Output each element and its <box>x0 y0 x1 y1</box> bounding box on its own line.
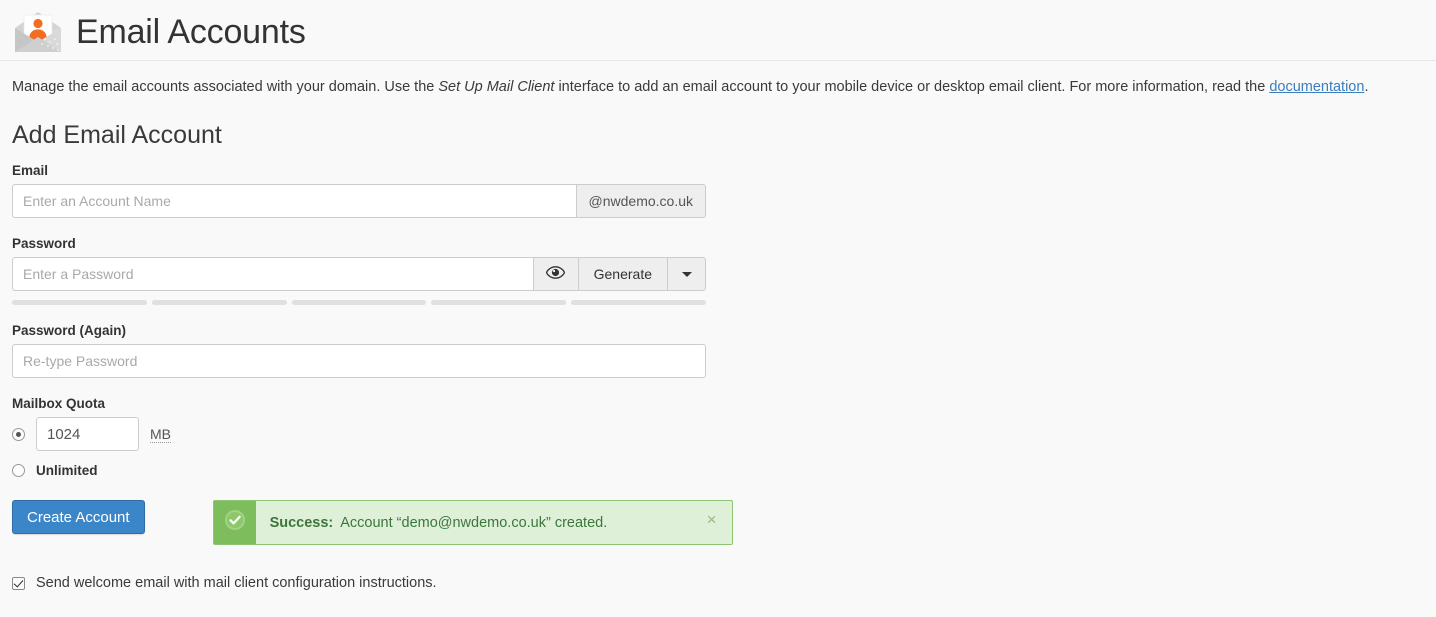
strength-segment <box>291 300 427 305</box>
add-email-account-section: Add Email Account Email @nwdemo.co.uk Pa… <box>0 121 1436 591</box>
alert-close-button[interactable]: × <box>701 511 723 528</box>
password-strength-meter <box>12 300 706 305</box>
description-text-2: interface to add an email account to you… <box>554 79 1270 95</box>
alert-body: Success: Account “demo@nwdemo.co.uk” cre… <box>256 501 732 544</box>
action-row: Create Account Success: Account “demo@nw… <box>12 500 1424 545</box>
quota-value-input[interactable] <box>36 417 139 451</box>
email-domain-addon: @nwdemo.co.uk <box>575 184 706 218</box>
email-input-group: @nwdemo.co.uk <box>12 184 706 218</box>
page-description: Manage the email accounts associated wit… <box>0 61 1436 97</box>
mailbox-quota-label: Mailbox Quota <box>12 396 106 411</box>
description-text-3: . <box>1364 79 1369 95</box>
email-label: Email <box>12 163 49 178</box>
quota-fixed-radio[interactable] <box>12 427 25 441</box>
toggle-password-visibility-button[interactable] <box>532 257 578 291</box>
page-title: Email Accounts <box>76 13 306 51</box>
email-form-group: Email @nwdemo.co.uk <box>12 163 1424 218</box>
quota-fixed-row: MB <box>12 417 1424 451</box>
alert-icon-container <box>213 501 256 544</box>
page-header: Email Accounts <box>0 0 1436 61</box>
password-input-group: Generate <box>12 257 706 291</box>
email-account-icon <box>12 8 64 56</box>
documentation-link[interactable]: documentation <box>1269 79 1364 95</box>
mailbox-quota-form-group: Mailbox Quota MB Unlimited <box>12 396 1424 478</box>
eye-icon <box>545 266 566 282</box>
password-again-form-group: Password (Again) <box>12 323 1424 378</box>
chevron-down-icon <box>681 271 692 277</box>
description-text-1: Manage the email accounts associated wit… <box>12 79 439 95</box>
strength-segment <box>431 300 567 305</box>
quota-unlimited-row: Unlimited <box>12 463 1424 478</box>
welcome-email-row: Send welcome email with mail client conf… <box>12 575 1424 591</box>
password-again-label: Password (Again) <box>12 323 127 338</box>
description-emphasis: Set Up Mail Client <box>438 79 555 95</box>
welcome-email-label[interactable]: Send welcome email with mail client conf… <box>36 575 437 591</box>
quota-unit-abbr: MB <box>150 425 171 443</box>
strength-segment <box>151 300 287 305</box>
strength-segment <box>571 300 706 305</box>
password-input[interactable] <box>12 257 533 291</box>
quota-unlimited-radio[interactable] <box>12 464 25 477</box>
check-circle-icon <box>224 509 246 536</box>
password-again-input[interactable] <box>12 344 706 378</box>
generate-password-button[interactable]: Generate <box>577 257 668 291</box>
welcome-email-checkbox[interactable] <box>12 576 25 590</box>
password-form-group: Password Generate <box>12 236 1424 305</box>
alert-message: Account “demo@nwdemo.co.uk” created. <box>340 514 608 531</box>
generate-options-dropdown-button[interactable] <box>668 257 706 291</box>
email-input[interactable] <box>12 184 576 218</box>
success-alert: Success: Account “demo@nwdemo.co.uk” cre… <box>212 500 733 545</box>
alert-strong-label: Success: <box>269 514 334 531</box>
password-label: Password <box>12 236 76 251</box>
create-account-button[interactable]: Create Account <box>12 500 145 534</box>
strength-segment <box>12 300 147 305</box>
quota-unlimited-label[interactable]: Unlimited <box>36 463 98 478</box>
section-title: Add Email Account <box>12 121 222 149</box>
